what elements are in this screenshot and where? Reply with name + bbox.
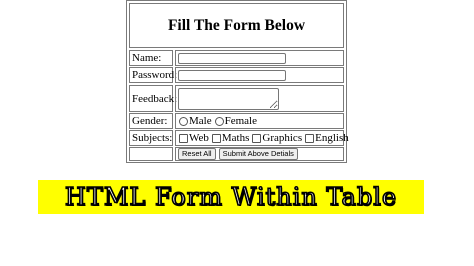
password-cell — [175, 67, 344, 83]
web-checkbox[interactable] — [179, 133, 188, 143]
feedback-label: Feedback: — [129, 85, 177, 112]
feedback-textarea[interactable] — [178, 87, 279, 110]
maths-checkbox[interactable] — [211, 133, 221, 143]
male-label: Male — [189, 115, 212, 127]
name-input[interactable] — [178, 52, 286, 64]
subject-option-graphics: Graphics — [251, 132, 302, 144]
form-title: Fill The Form Below — [129, 3, 344, 48]
subjects-label: Subjects: — [129, 130, 173, 146]
english-checkbox[interactable] — [305, 133, 315, 143]
buttons-cell: Reset All Submit Above Detials — [175, 147, 344, 161]
graphics-label: Graphics — [262, 132, 303, 144]
subject-option-english: English — [304, 132, 349, 144]
gender-option-female: Female — [214, 115, 257, 127]
maths-label: Maths — [221, 132, 250, 144]
female-label: Female — [224, 115, 257, 127]
submit-button[interactable]: Submit Above Detials — [218, 148, 298, 160]
password-input[interactable] — [178, 69, 286, 81]
gender-label: Gender: — [129, 113, 173, 129]
reset-button[interactable]: Reset All — [178, 148, 216, 160]
graphics-checkbox[interactable] — [252, 133, 262, 143]
female-radio[interactable] — [214, 116, 224, 126]
name-label: Name: — [129, 50, 173, 66]
gender-option-male: Male — [178, 115, 212, 127]
english-label: English — [315, 132, 349, 144]
subject-option-maths: Maths — [211, 132, 250, 144]
name-cell — [175, 50, 344, 66]
web-label: Web — [189, 132, 209, 144]
empty-label-cell — [129, 147, 173, 161]
gender-cell: Male Female — [175, 113, 344, 129]
subject-option-web: Web — [178, 132, 209, 144]
subjects-cell: Web Maths Graphics English — [175, 130, 349, 146]
feedback-cell — [175, 85, 344, 112]
form-table: Fill The Form Below Name: Password: Feed… — [126, 0, 349, 163]
banner-title: HTML Form Within Table — [38, 180, 424, 214]
password-label: Password: — [129, 67, 177, 83]
male-radio[interactable] — [179, 116, 188, 126]
